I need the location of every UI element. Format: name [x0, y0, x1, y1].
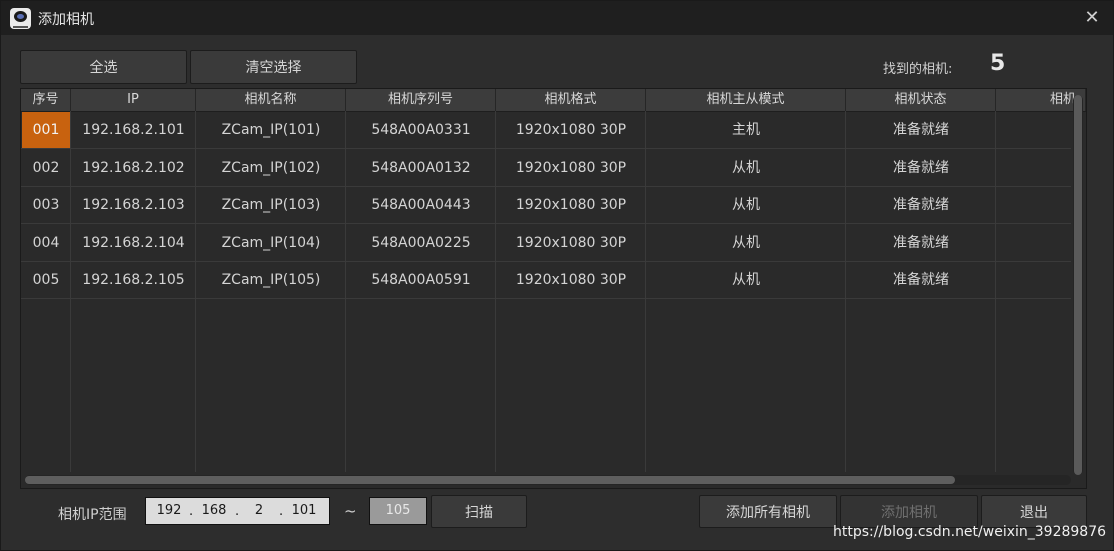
- header-format[interactable]: 相机格式: [496, 89, 646, 111]
- cell-master-slave[interactable]: 从机: [646, 150, 846, 186]
- cell-camera-name[interactable]: ZCam_IP(104): [196, 225, 346, 261]
- table-header: 序号 IP 相机名称 相机序列号 相机格式 相机主从模式 相机状态 相机: [21, 89, 1086, 112]
- clear-selection-button[interactable]: 清空选择: [190, 50, 357, 84]
- horizontal-scroll-thumb[interactable]: [25, 476, 955, 484]
- cell-index[interactable]: 001: [22, 112, 70, 148]
- cell-format[interactable]: 1920x1080 30P: [496, 225, 646, 261]
- ip-octet-1[interactable]: 192: [154, 498, 184, 524]
- cell-status[interactable]: 准备就绪: [846, 112, 996, 148]
- table-row[interactable]: 002 192.168.2.102 ZCam_IP(102) 548A00A0132 1…: [21, 150, 1071, 187]
- cell-camera-name[interactable]: ZCam_IP(105): [196, 262, 346, 298]
- add-all-cameras-button[interactable]: 添加所有相机: [699, 495, 837, 528]
- table-row[interactable]: 001 192.168.2.101 ZCam_IP(101) 548A00A0331 1…: [21, 112, 1071, 149]
- vertical-scroll-thumb[interactable]: [1074, 95, 1082, 475]
- table-row[interactable]: 005 192.168.2.105 ZCam_IP(105) 548A00A0591 1…: [21, 262, 1071, 299]
- table-row[interactable]: 004 192.168.2.104 ZCam_IP(104) 548A00A0225 1…: [21, 225, 1071, 262]
- vertical-scrollbar[interactable]: [1073, 95, 1083, 475]
- cell-serial[interactable]: 548A00A0591: [346, 262, 496, 298]
- header-master-slave[interactable]: 相机主从模式: [646, 89, 846, 111]
- cell-index[interactable]: 002: [22, 150, 70, 186]
- cell-camera-name[interactable]: ZCam_IP(103): [196, 187, 346, 223]
- cell-status[interactable]: 准备就绪: [846, 262, 996, 298]
- cell-format[interactable]: 1920x1080 30P: [496, 187, 646, 223]
- header-ip[interactable]: IP: [71, 89, 196, 111]
- end-ip-input[interactable]: 105: [369, 497, 427, 525]
- add-camera-dialog: 添加相机 ✕ 全选 清空选择 找到的相机: 5 序号 IP 相机名称 相机序列号…: [0, 0, 1114, 551]
- cell-format[interactable]: 1920x1080 30P: [496, 150, 646, 186]
- start-ip-input[interactable]: 192 . 168 . 2 . 101: [145, 497, 330, 525]
- header-index[interactable]: 序号: [21, 89, 71, 111]
- cell-ip[interactable]: 192.168.2.102: [71, 150, 196, 186]
- header-camera-name[interactable]: 相机名称: [196, 89, 346, 111]
- header-status[interactable]: 相机状态: [846, 89, 996, 111]
- close-icon[interactable]: ✕: [1083, 9, 1101, 27]
- cell-master-slave[interactable]: 从机: [646, 225, 846, 261]
- camera-table: 序号 IP 相机名称 相机序列号 相机格式 相机主从模式 相机状态 相机 001…: [20, 88, 1087, 489]
- ip-octet-2[interactable]: 168: [199, 498, 229, 524]
- app-logo-icon: [10, 8, 31, 29]
- cell-camera-name[interactable]: ZCam_IP(101): [196, 112, 346, 148]
- cell-ip[interactable]: 192.168.2.101: [71, 112, 196, 148]
- window-title: 添加相机: [38, 12, 94, 28]
- horizontal-scrollbar[interactable]: [25, 475, 1071, 485]
- cell-camera-name[interactable]: ZCam_IP(102): [196, 150, 346, 186]
- watermark-url: https://blog.csdn.net/weixin_39289876: [833, 524, 1107, 540]
- ip-octet-4[interactable]: 101: [289, 498, 319, 524]
- table-row[interactable]: 003 192.168.2.103 ZCam_IP(103) 548A00A0443 1…: [21, 187, 1071, 224]
- cell-status[interactable]: 准备就绪: [846, 150, 996, 186]
- cell-master-slave[interactable]: 从机: [646, 187, 846, 223]
- header-serial[interactable]: 相机序列号: [346, 89, 496, 111]
- cell-ip[interactable]: 192.168.2.103: [71, 187, 196, 223]
- cell-serial[interactable]: 548A00A0225: [346, 225, 496, 261]
- cell-master-slave[interactable]: 从机: [646, 262, 846, 298]
- cell-ip[interactable]: 192.168.2.105: [71, 262, 196, 298]
- cell-index[interactable]: 005: [22, 262, 70, 298]
- range-separator: ~: [344, 502, 357, 520]
- ip-range-label: 相机IP范围: [58, 507, 127, 523]
- cell-format[interactable]: 1920x1080 30P: [496, 262, 646, 298]
- cell-serial[interactable]: 548A00A0443: [346, 187, 496, 223]
- cell-ip[interactable]: 192.168.2.104: [71, 225, 196, 261]
- cell-status[interactable]: 准备就绪: [846, 225, 996, 261]
- cell-status[interactable]: 准备就绪: [846, 187, 996, 223]
- title-bar: 添加相机 ✕: [1, 1, 1113, 35]
- cell-master-slave[interactable]: 主机: [646, 112, 846, 148]
- found-cameras-count: 5: [990, 51, 1006, 76]
- cell-serial[interactable]: 548A00A0132: [346, 150, 496, 186]
- found-cameras-label: 找到的相机:: [883, 62, 953, 77]
- cell-index[interactable]: 003: [22, 187, 70, 223]
- scan-button[interactable]: 扫描: [431, 495, 527, 528]
- select-all-button[interactable]: 全选: [20, 50, 187, 84]
- cell-index[interactable]: 004: [22, 225, 70, 261]
- cell-serial[interactable]: 548A00A0331: [346, 112, 496, 148]
- cell-format[interactable]: 1920x1080 30P: [496, 112, 646, 148]
- ip-octet-3[interactable]: 2: [245, 498, 273, 524]
